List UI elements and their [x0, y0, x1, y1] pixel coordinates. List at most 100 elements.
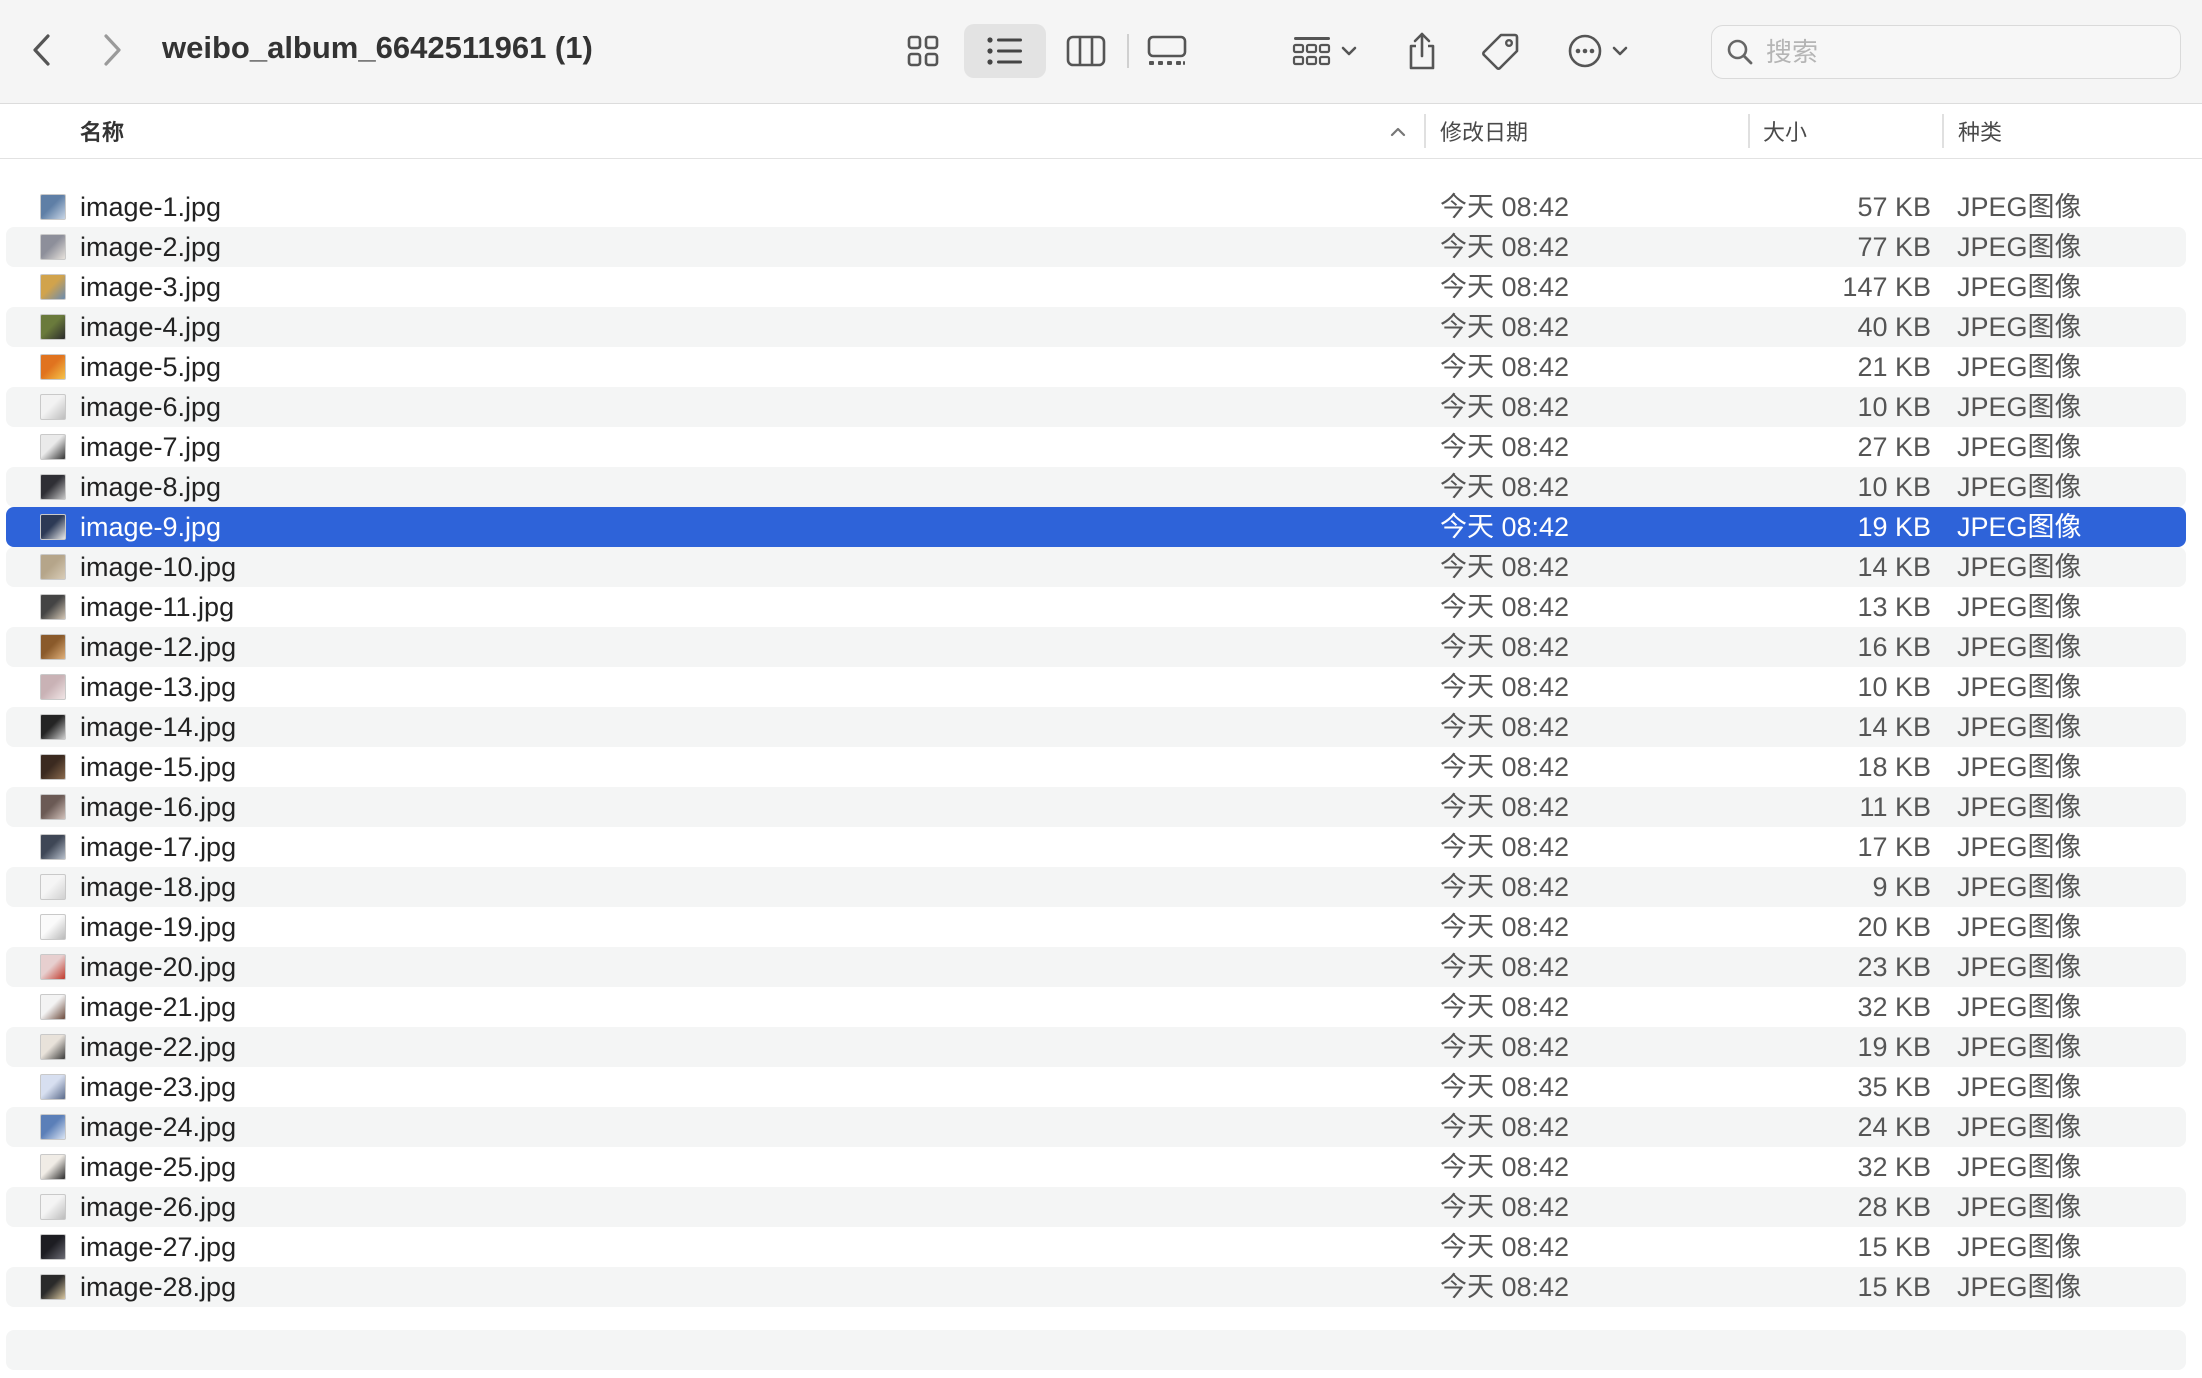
file-modified-date: 今天 08:42 [1440, 432, 1570, 462]
file-kind: JPEG图像 [1957, 512, 2082, 542]
file-modified-date: 今天 08:42 [1440, 232, 1570, 262]
file-size: 9 KB [1872, 872, 1931, 902]
file-name: image-19.jpg [80, 912, 237, 942]
file-kind: JPEG图像 [1957, 1232, 2082, 1262]
file-kind: JPEG图像 [1957, 1272, 2082, 1302]
column-divider[interactable] [1942, 114, 1944, 148]
empty-row [6, 1330, 2186, 1370]
search-icon [1727, 39, 1753, 65]
file-row[interactable]: image-8.jpg 今天 08:42 10 KB JPEG图像 [6, 467, 2186, 507]
file-row[interactable]: image-3.jpg 今天 08:42 147 KB JPEG图像 [6, 267, 2186, 307]
image-thumbnail-icon [40, 1234, 66, 1260]
column-view-button[interactable] [1045, 24, 1127, 78]
file-row[interactable]: image-9.jpg 今天 08:42 19 KB JPEG图像 [6, 507, 2186, 547]
forward-button[interactable] [84, 22, 140, 78]
file-size: 15 KB [1857, 1232, 1931, 1262]
file-size: 147 KB [1842, 272, 1931, 302]
file-name: image-11.jpg [80, 592, 235, 622]
file-size: 15 KB [1857, 1272, 1931, 1302]
file-kind: JPEG图像 [1957, 872, 2082, 902]
list-view-button[interactable] [964, 24, 1046, 78]
file-row[interactable]: image-20.jpg 今天 08:42 23 KB JPEG图像 [6, 947, 2186, 987]
file-kind: JPEG图像 [1957, 392, 2082, 422]
file-modified-date: 今天 08:42 [1440, 1232, 1570, 1262]
file-row[interactable]: image-7.jpg 今天 08:42 27 KB JPEG图像 [6, 427, 2186, 467]
file-row[interactable]: image-4.jpg 今天 08:42 40 KB JPEG图像 [6, 307, 2186, 347]
image-thumbnail-icon [40, 594, 66, 620]
file-row[interactable]: image-13.jpg 今天 08:42 10 KB JPEG图像 [6, 667, 2186, 707]
column-view-icon [1066, 35, 1106, 67]
icon-view-button[interactable] [882, 24, 964, 78]
image-thumbnail-icon [40, 354, 66, 380]
file-kind: JPEG图像 [1957, 232, 2082, 262]
file-row[interactable]: image-14.jpg 今天 08:42 14 KB JPEG图像 [6, 707, 2186, 747]
file-row[interactable]: image-2.jpg 今天 08:42 77 KB JPEG图像 [6, 227, 2186, 267]
column-header-kind[interactable]: 种类 [1958, 104, 2178, 158]
file-row[interactable]: image-19.jpg 今天 08:42 20 KB JPEG图像 [6, 907, 2186, 947]
file-row[interactable]: image-27.jpg 今天 08:42 15 KB JPEG图像 [6, 1227, 2186, 1267]
chevron-down-icon [1341, 46, 1357, 56]
file-row[interactable]: image-11.jpg 今天 08:42 13 KB JPEG图像 [6, 587, 2186, 627]
file-modified-date: 今天 08:42 [1440, 1032, 1570, 1062]
file-row[interactable]: image-5.jpg 今天 08:42 21 KB JPEG图像 [6, 347, 2186, 387]
file-size: 27 KB [1857, 432, 1931, 462]
column-divider[interactable] [1424, 114, 1426, 148]
file-name: image-7.jpg [80, 432, 222, 462]
file-size: 20 KB [1857, 912, 1931, 942]
file-row[interactable]: image-21.jpg 今天 08:42 32 KB JPEG图像 [6, 987, 2186, 1027]
group-button[interactable] [1285, 24, 1365, 78]
column-divider[interactable] [1748, 114, 1750, 148]
file-row[interactable]: image-16.jpg 今天 08:42 11 KB JPEG图像 [6, 787, 2186, 827]
column-header: 名称 修改日期 大小 种类 [0, 104, 2202, 159]
file-row[interactable]: image-23.jpg 今天 08:42 35 KB JPEG图像 [6, 1067, 2186, 1107]
file-modified-date: 今天 08:42 [1440, 752, 1570, 782]
toolbar: weibo_album_6642511961 (1) [0, 0, 2202, 104]
file-row[interactable]: image-17.jpg 今天 08:42 17 KB JPEG图像 [6, 827, 2186, 867]
file-name: image-2.jpg [80, 232, 222, 262]
file-row[interactable]: image-25.jpg 今天 08:42 32 KB JPEG图像 [6, 1147, 2186, 1187]
file-name: image-21.jpg [80, 992, 237, 1022]
file-kind: JPEG图像 [1957, 752, 2082, 782]
sort-ascending-icon [1390, 127, 1406, 137]
share-button[interactable] [1394, 24, 1450, 78]
file-size: 10 KB [1857, 392, 1931, 422]
file-name: image-10.jpg [80, 552, 237, 582]
file-size: 57 KB [1857, 192, 1931, 222]
file-row[interactable]: image-6.jpg 今天 08:42 10 KB JPEG图像 [6, 387, 2186, 427]
file-size: 77 KB [1857, 232, 1931, 262]
file-name: image-28.jpg [80, 1272, 237, 1302]
file-size: 32 KB [1857, 1152, 1931, 1182]
column-header-size[interactable]: 大小 [1763, 104, 1933, 158]
more-actions-button[interactable] [1558, 24, 1638, 78]
search-input[interactable] [1764, 35, 2148, 69]
file-kind: JPEG图像 [1957, 712, 2082, 742]
file-row[interactable]: image-28.jpg 今天 08:42 15 KB JPEG图像 [6, 1267, 2186, 1307]
file-row[interactable]: image-18.jpg 今天 08:42 9 KB JPEG图像 [6, 867, 2186, 907]
more-icon [1568, 34, 1602, 68]
file-name: image-6.jpg [80, 392, 222, 422]
file-kind: JPEG图像 [1957, 1152, 2082, 1182]
column-header-date[interactable]: 修改日期 [1440, 104, 1740, 158]
file-name: image-8.jpg [80, 472, 222, 502]
file-modified-date: 今天 08:42 [1440, 1152, 1570, 1182]
chevron-right-icon [104, 34, 121, 66]
file-size: 14 KB [1857, 712, 1931, 742]
column-header-name[interactable]: 名称 [80, 104, 1410, 158]
file-row[interactable]: image-12.jpg 今天 08:42 16 KB JPEG图像 [6, 627, 2186, 667]
chevron-left-icon [33, 34, 50, 66]
file-row[interactable]: image-1.jpg 今天 08:42 57 KB JPEG图像 [6, 187, 2186, 227]
file-row[interactable]: image-22.jpg 今天 08:42 19 KB JPEG图像 [6, 1027, 2186, 1067]
back-button[interactable] [14, 22, 70, 78]
file-row[interactable]: image-10.jpg 今天 08:42 14 KB JPEG图像 [6, 547, 2186, 587]
file-row[interactable]: image-15.jpg 今天 08:42 18 KB JPEG图像 [6, 747, 2186, 787]
file-size: 40 KB [1857, 312, 1931, 342]
file-modified-date: 今天 08:42 [1440, 512, 1570, 542]
gallery-view-button[interactable] [1126, 24, 1208, 78]
file-modified-date: 今天 08:42 [1440, 712, 1570, 742]
file-row[interactable]: image-24.jpg 今天 08:42 24 KB JPEG图像 [6, 1107, 2186, 1147]
tag-button[interactable] [1472, 24, 1528, 78]
search-field[interactable] [1711, 25, 2181, 79]
file-row[interactable]: image-26.jpg 今天 08:42 28 KB JPEG图像 [6, 1187, 2186, 1227]
window-title: weibo_album_6642511961 (1) [162, 30, 593, 65]
file-modified-date: 今天 08:42 [1440, 312, 1570, 342]
